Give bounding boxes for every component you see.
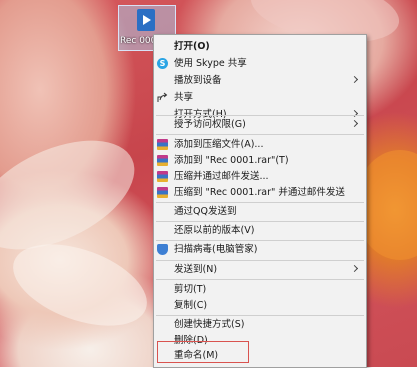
menu-item-label: 扫描病毒(电脑管家) <box>174 244 258 255</box>
menu-item-label: 复制(C) <box>174 300 208 311</box>
menu-item-open[interactable]: 打开(O) <box>154 38 366 55</box>
menu-item-label: 使用 Skype 共享 <box>174 58 247 69</box>
menu-item-create-shortcut[interactable]: 创建快捷方式(S) <box>154 316 366 333</box>
menu-item-label: 创建快捷方式(S) <box>174 319 245 330</box>
menu-item-label: 压缩并通过邮件发送... <box>174 171 269 182</box>
menu-item-compress-and-email[interactable]: 压缩并通过邮件发送... <box>154 168 366 185</box>
menu-item-send-to[interactable]: 发送到(N) <box>154 261 366 278</box>
menu-item-restore-previous-versions[interactable]: 还原以前的版本(V) <box>154 222 366 239</box>
menu-item-scan-virus[interactable]: 扫描病毒(电脑管家) <box>154 241 366 258</box>
menu-item-send-via-qq[interactable]: 通过QQ发送到 <box>154 203 366 220</box>
menu-item-label: 播放到设备 <box>174 75 222 86</box>
menu-item-cut[interactable]: 剪切(T) <box>154 281 366 298</box>
menu-item-compress-rar-and-email[interactable]: 压缩到 "Rec 0001.rar" 并通过邮件发送 <box>154 184 366 201</box>
winrar-icon <box>157 155 168 166</box>
menu-item-share[interactable]: 共享 <box>154 89 366 106</box>
menu-item-label: 添加到 "Rec 0001.rar"(T) <box>174 155 289 166</box>
menu-item-label: 剪切(T) <box>174 284 207 295</box>
menu-item-label: 授予访问权限(G) <box>174 119 246 130</box>
menu-item-label: 发送到(N) <box>174 264 218 275</box>
rename-highlight-box <box>157 341 249 363</box>
winrar-icon <box>157 139 168 150</box>
chevron-right-icon <box>350 264 359 273</box>
winrar-icon <box>157 187 168 198</box>
menu-item-copy[interactable]: 复制(C) <box>154 297 366 314</box>
video-file-icon <box>137 9 155 31</box>
menu-item-add-to-archive[interactable]: 添加到压缩文件(A)... <box>154 136 366 153</box>
chevron-right-icon <box>350 119 359 128</box>
menu-item-share-skype[interactable]: S 使用 Skype 共享 <box>154 55 366 72</box>
menu-separator <box>156 279 364 280</box>
menu-item-label: 还原以前的版本(V) <box>174 225 255 236</box>
menu-item-give-access[interactable]: 授予访问权限(G) <box>154 116 366 133</box>
menu-item-label: 压缩到 "Rec 0001.rar" 并通过邮件发送 <box>174 187 345 198</box>
menu-item-add-to-rar[interactable]: 添加到 "Rec 0001.rar"(T) <box>154 152 366 169</box>
menu-item-label: 通过QQ发送到 <box>174 206 237 217</box>
context-menu: 打开(O) S 使用 Skype 共享 播放到设备 共享 打开方式(H) 授予访… <box>153 34 367 368</box>
menu-separator <box>156 134 364 135</box>
menu-item-label: 打开(O) <box>174 41 210 52</box>
share-icon <box>157 92 168 103</box>
skype-icon: S <box>157 58 168 69</box>
shield-icon <box>157 244 168 255</box>
chevron-right-icon <box>350 75 359 84</box>
winrar-icon <box>157 171 168 182</box>
menu-item-cast-to-device[interactable]: 播放到设备 <box>154 72 366 89</box>
menu-item-label: 添加到压缩文件(A)... <box>174 139 264 150</box>
menu-item-label: 共享 <box>174 92 194 103</box>
